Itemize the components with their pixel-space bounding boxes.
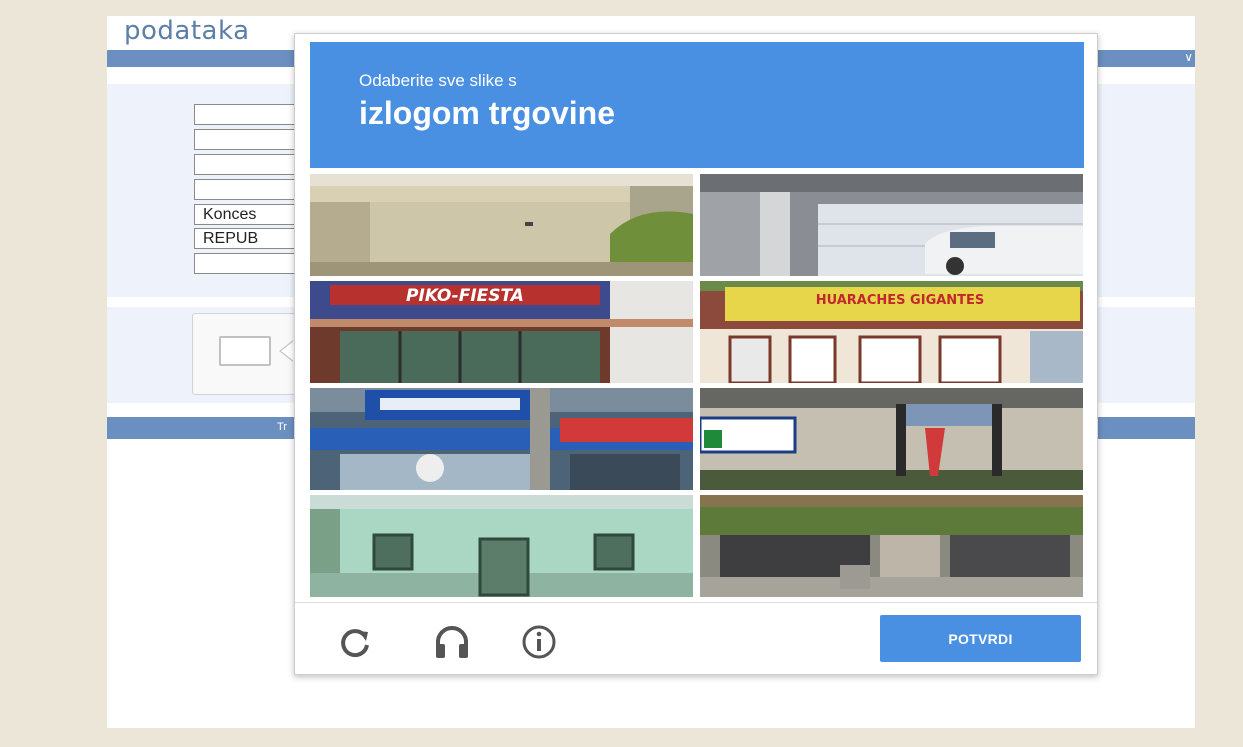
audio-icon[interactable] xyxy=(432,622,472,662)
tile-3-sign: PIKO-FIESTA xyxy=(406,286,524,306)
captcha-tile-8[interactable] xyxy=(700,495,1083,597)
captcha-tile-7[interactable] xyxy=(310,495,693,597)
info-icon[interactable] xyxy=(519,622,559,662)
captcha-tile-5[interactable] xyxy=(310,388,693,490)
captcha-target-label: izlogom trgovine xyxy=(359,95,615,131)
captcha-tile-2[interactable] xyxy=(700,174,1083,276)
recaptcha-checkbox[interactable] xyxy=(219,336,271,366)
tile-4-sign: HUARACHES GIGANTES xyxy=(816,293,985,308)
reload-icon[interactable] xyxy=(335,622,375,662)
popup-pointer-arrow-fill xyxy=(281,341,294,361)
captcha-instruction: Odaberite sve slike s xyxy=(359,71,517,90)
captcha-header: Odaberite sve slike s izlogom trgovine xyxy=(310,42,1084,168)
captcha-tile-1[interactable] xyxy=(310,174,693,276)
captcha-tile-4[interactable]: HUARACHES GIGANTES xyxy=(700,281,1083,383)
captcha-tile-3[interactable]: PIKO-FIESTA xyxy=(310,281,693,383)
page-title: podataka xyxy=(124,16,250,46)
verify-button[interactable]: POTVRDI xyxy=(880,615,1081,662)
bottom-bar-text: Tr xyxy=(277,421,287,433)
footer-divider xyxy=(295,602,1097,603)
captcha-challenge-dialog: Odaberite sve slike s izlogom trgovine P… xyxy=(294,33,1098,675)
captcha-tile-6[interactable] xyxy=(700,388,1083,490)
chevron-down-icon[interactable]: ∨ xyxy=(1184,50,1193,64)
